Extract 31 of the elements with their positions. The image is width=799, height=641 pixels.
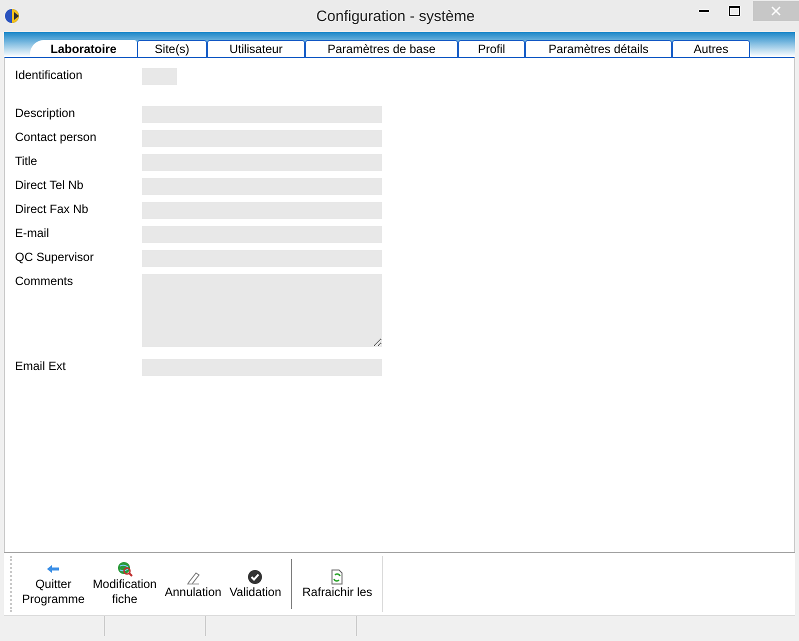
tab[interactable]: Paramètres de base [305, 40, 458, 57]
tab[interactable]: Profil [458, 40, 525, 57]
app-icon [4, 7, 22, 25]
field-label: Email Ext [15, 359, 67, 375]
tab[interactable]: Laboratoire [30, 40, 137, 57]
toolbar-button[interactable]: Validation [225, 556, 286, 612]
close-icon [771, 6, 781, 16]
field-label: Title [15, 154, 38, 170]
field-label: Direct Fax Nb [15, 202, 90, 218]
field-label: Contact person [15, 130, 98, 146]
tab[interactable]: Paramètres détails [525, 40, 672, 57]
check-icon [247, 568, 264, 584]
toolbar-button[interactable]: Quitter Programme [18, 556, 89, 612]
text-area[interactable] [142, 274, 382, 347]
refresh-icon [329, 568, 346, 584]
globe-icon [116, 561, 133, 577]
field-label: Identification [15, 68, 84, 84]
toolbar-button[interactable]: Modification fiche [88, 556, 161, 612]
toolbar-button[interactable]: Rafraichir les [298, 556, 376, 612]
maximize-icon [728, 6, 740, 16]
window-title: Configuration - système [315, 8, 476, 24]
toolbar-button[interactable]: Annulation [160, 556, 226, 612]
tab[interactable]: Site(s) [137, 40, 207, 57]
field-label: Direct Tel Nb [15, 178, 84, 194]
field-label: Comments [15, 274, 74, 290]
field-label: QC Supervisor [15, 250, 95, 266]
field-label: Description [15, 106, 76, 122]
field-label: E-mail [15, 226, 50, 242]
tab[interactable]: Utilisateur [207, 40, 305, 57]
minimize-icon [699, 10, 709, 12]
tab[interactable]: Autres [672, 40, 750, 57]
